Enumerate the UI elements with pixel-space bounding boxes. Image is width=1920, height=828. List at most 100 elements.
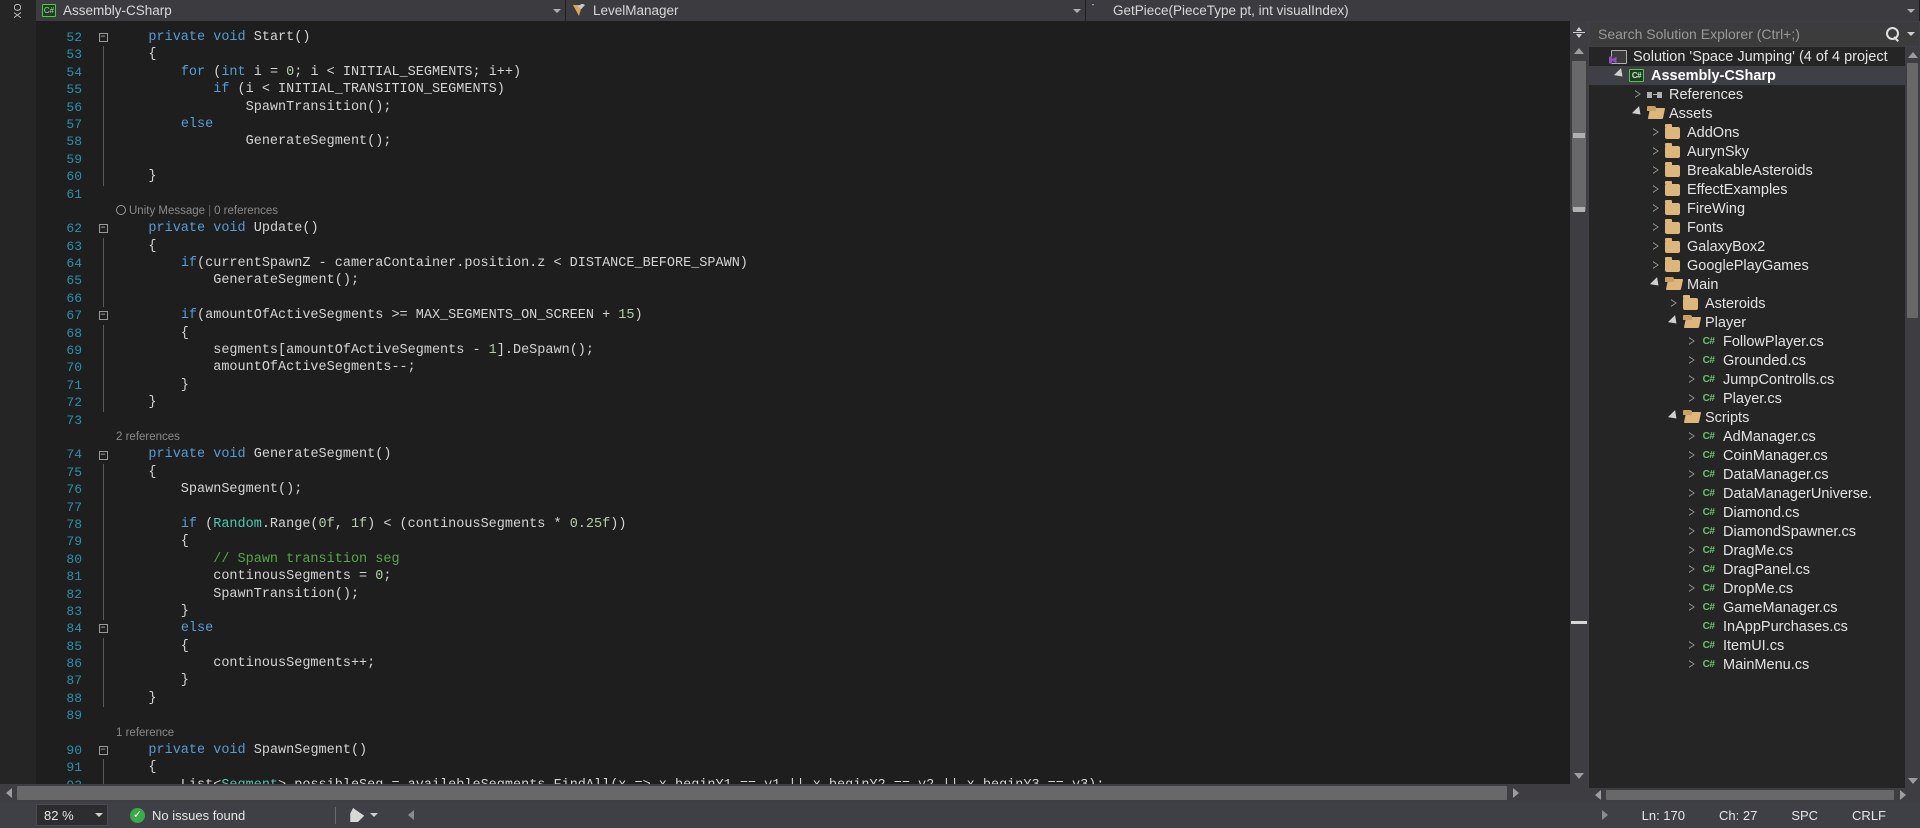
codelens-secondary[interactable]: 0 references: [214, 205, 278, 217]
code-line[interactable]: 70 amountOfActiveSegments--;: [36, 359, 1570, 377]
chevron-down-icon[interactable]: [1667, 410, 1681, 423]
code-line[interactable]: 52− private void Start(): [36, 29, 1570, 46]
tree-item-breakableasteroids[interactable]: BreakableAsteroids: [1589, 161, 1905, 180]
code-line[interactable]: 71 }: [36, 376, 1570, 395]
code-line[interactable]: 56 SpawnTransition();: [36, 98, 1570, 116]
chevron-right-icon[interactable]: [1649, 262, 1663, 270]
solution-explorer-search-box[interactable]: Search Solution Explorer (Ctrl+;): [1589, 21, 1920, 47]
chevron-down-icon[interactable]: [1907, 8, 1915, 13]
chevron-down-icon[interactable]: [1649, 277, 1663, 290]
chevron-right-icon[interactable]: [1685, 452, 1699, 460]
chevron-down-icon[interactable]: [1631, 106, 1645, 119]
class-selector-dropdown[interactable]: LevelManager: [566, 0, 1086, 21]
code-line[interactable]: 59: [36, 150, 1570, 169]
tree-item-diamondspawner-cs[interactable]: C# DiamondSpawner.cs: [1589, 522, 1905, 541]
chevron-right-icon[interactable]: [1685, 566, 1699, 574]
chevron-down-icon[interactable]: [1907, 32, 1915, 36]
tree-item-player[interactable]: Player: [1589, 313, 1905, 332]
tree-item-scripts[interactable]: Scripts: [1589, 408, 1905, 427]
code-line[interactable]: 65 GenerateSegment();: [36, 272, 1570, 290]
tree-scroll-up-arrow[interactable]: [1905, 47, 1920, 62]
chevron-right-icon[interactable]: [1649, 205, 1663, 213]
code-line[interactable]: 62− private void Update(): [36, 220, 1570, 237]
code-text-area[interactable]: 52− private void Start() 53 {54 for (int …: [36, 21, 1570, 784]
chevron-right-icon[interactable]: [1685, 509, 1699, 517]
chevron-right-icon[interactable]: [1685, 338, 1699, 346]
tree-item-solution-space-jumping-4-of-4-project[interactable]: Solution 'Space Jumping' (4 of 4 project: [1589, 47, 1905, 66]
fold-collapse-icon[interactable]: −: [92, 33, 114, 43]
tree-item-inapppurchases-cs[interactable]: C# InAppPurchases.cs: [1589, 617, 1905, 636]
chevron-right-icon[interactable]: [1685, 604, 1699, 612]
tree-item-dragpanel-cs[interactable]: C# DragPanel.cs: [1589, 560, 1905, 579]
project-selector-dropdown[interactable]: C# Assembly-CSharp: [36, 0, 566, 21]
solution-explorer-vertical-scrollbar[interactable]: [1905, 47, 1920, 788]
code-line[interactable]: 86 continousSegments++;: [36, 655, 1570, 673]
solution-explorer-tree[interactable]: Solution 'Space Jumping' (4 of 4 project…: [1589, 47, 1920, 788]
tree-item-mainmenu-cs[interactable]: C# MainMenu.cs: [1589, 655, 1905, 674]
code-line[interactable]: 66: [36, 289, 1570, 308]
scroll-down-arrow[interactable]: [1570, 768, 1588, 784]
code-line[interactable]: 82 SpawnTransition();: [36, 585, 1570, 603]
tree-hscrollbar-thumb[interactable]: [1606, 790, 1894, 800]
fold-collapse-icon[interactable]: −: [92, 311, 114, 321]
code-line[interactable]: 58 GenerateSegment();: [36, 133, 1570, 151]
scroll-up-arrow[interactable]: [1570, 43, 1588, 59]
code-line[interactable]: 77: [36, 498, 1570, 516]
tree-scrollbar-thumb[interactable]: [1907, 63, 1918, 318]
chevron-right-icon[interactable]: [1685, 661, 1699, 669]
tree-item-admanager-cs[interactable]: C# AdManager.cs: [1589, 427, 1905, 446]
tree-item-aurynsky[interactable]: AurynSky: [1589, 142, 1905, 161]
code-line[interactable]: 76 SpawnSegment();: [36, 481, 1570, 499]
chevron-right-icon[interactable]: [1631, 91, 1645, 99]
code-line[interactable]: 78 if (Random.Range(0f, 1f) < (continous…: [36, 515, 1570, 534]
code-line[interactable]: 84− else: [36, 620, 1570, 637]
code-line[interactable]: 88 }: [36, 689, 1570, 708]
code-line[interactable]: 72 }: [36, 394, 1570, 412]
code-line[interactable]: 61: [36, 186, 1570, 203]
code-line[interactable]: 69 segments[amountOfActiveSegments - 1].…: [36, 342, 1570, 360]
codelens-annotation[interactable]: 1 reference: [114, 725, 1570, 742]
chevron-right-icon[interactable]: [1649, 167, 1663, 175]
zoom-level-dropdown[interactable]: 82 %: [36, 804, 108, 826]
chevron-right-icon[interactable]: [1685, 528, 1699, 536]
codelens-primary[interactable]: 1 reference: [116, 727, 174, 739]
chevron-right-icon[interactable]: [1685, 471, 1699, 479]
tree-item-datamanageruniverse[interactable]: C# DataManagerUniverse.: [1589, 484, 1905, 503]
fold-collapse-icon[interactable]: −: [92, 450, 114, 460]
chevron-right-icon[interactable]: [1685, 376, 1699, 384]
chevron-down-icon[interactable]: [1073, 8, 1081, 13]
code-line[interactable]: 64 if(currentSpawnZ - cameraContainer.po…: [36, 255, 1570, 273]
chevron-right-icon[interactable]: [1685, 395, 1699, 403]
code-line[interactable]: 89: [36, 707, 1570, 724]
tree-item-assembly-csharp[interactable]: C# Assembly-CSharp: [1589, 66, 1905, 85]
code-line[interactable]: 57 else: [36, 115, 1570, 134]
code-line[interactable]: 87 }: [36, 672, 1570, 690]
chevron-down-icon[interactable]: [370, 813, 379, 817]
code-line[interactable]: 53 {: [36, 46, 1570, 64]
chevron-right-icon[interactable]: [1685, 433, 1699, 441]
editor-horizontal-scrollbar[interactable]: [0, 784, 1588, 802]
code-line[interactable]: 55 if (i < INITIAL_TRANSITION_SEGMENTS): [36, 81, 1570, 99]
code-line[interactable]: 80 // Spawn transition seg: [36, 550, 1570, 569]
chevron-right-icon[interactable]: [1649, 186, 1663, 194]
tree-item-addons[interactable]: AddOns: [1589, 123, 1905, 142]
code-line[interactable]: 60 }: [36, 168, 1570, 186]
scroll-left-arrow[interactable]: [0, 784, 17, 802]
codelens-primary[interactable]: Unity Message: [129, 205, 205, 217]
codelens-annotation[interactable]: 2 references: [114, 429, 1570, 446]
code-line[interactable]: 79 {: [36, 533, 1570, 551]
code-line[interactable]: 85 {: [36, 637, 1570, 656]
split-view-handle[interactable]: [1570, 21, 1588, 43]
chevron-right-icon[interactable]: [1685, 490, 1699, 498]
fold-collapse-icon[interactable]: −: [92, 746, 114, 756]
chevron-right-icon[interactable]: [1649, 224, 1663, 232]
tree-scroll-down-arrow[interactable]: [1905, 773, 1920, 788]
tree-item-itemui-cs[interactable]: C# ItemUI.cs: [1589, 636, 1905, 655]
code-line[interactable]: 92 List<Segment> possibleSeg = availeble…: [36, 776, 1570, 784]
tree-item-references[interactable]: References: [1589, 85, 1905, 104]
tree-item-diamond-cs[interactable]: C# Diamond.cs: [1589, 503, 1905, 522]
tree-item-gamemanager-cs[interactable]: C# GameManager.cs: [1589, 598, 1905, 617]
chevron-down-icon[interactable]: [1613, 68, 1627, 81]
chevron-right-icon[interactable]: [1685, 357, 1699, 365]
search-icon[interactable]: [1886, 26, 1901, 42]
